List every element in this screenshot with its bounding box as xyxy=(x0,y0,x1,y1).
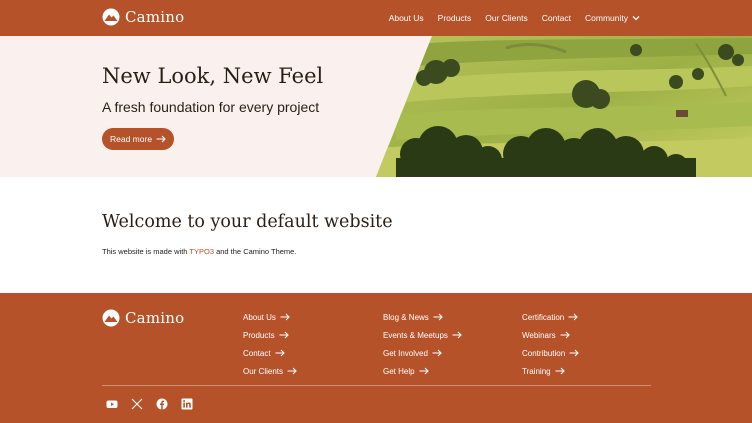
arrow-right-icon xyxy=(287,367,297,375)
footer-column-1: About Us Products Contact Our Clients xyxy=(243,311,297,383)
arrow-right-icon xyxy=(560,331,570,339)
camino-logo-icon xyxy=(102,309,120,327)
footer-link-training[interactable]: Training xyxy=(522,365,579,377)
footer-link-label: About Us xyxy=(243,312,276,322)
footer-link-events-meetups[interactable]: Events & Meetups xyxy=(383,329,462,341)
welcome-text-after: and the Camino Theme. xyxy=(214,247,297,256)
site-header: Camino About Us Products Our Clients Con… xyxy=(0,0,752,36)
site-logo[interactable]: Camino xyxy=(102,8,184,26)
arrow-right-icon xyxy=(568,313,579,321)
footer-link-contact[interactable]: Contact xyxy=(243,347,297,359)
footer-brand-name: Camino xyxy=(125,309,185,327)
footer-link-certification[interactable]: Certification xyxy=(522,311,579,323)
landscape-photo xyxy=(376,36,752,177)
hero-subtitle: A fresh foundation for every project xyxy=(102,99,320,115)
footer-link-label: Our Clients xyxy=(243,366,284,376)
footer-link-label: Get Help xyxy=(383,366,415,376)
arrow-right-icon xyxy=(419,367,429,375)
footer-link-label: Contribution xyxy=(522,348,566,358)
arrow-right-icon xyxy=(280,313,290,321)
nav-community[interactable]: Community xyxy=(585,13,640,23)
arrow-right-icon xyxy=(279,331,289,339)
arrow-right-icon xyxy=(452,331,462,339)
footer-link-about-us[interactable]: About Us xyxy=(243,311,297,323)
arrow-right-icon xyxy=(275,349,285,357)
footer-column-2: Blog & News Events & Meetups Get Involve… xyxy=(383,311,462,383)
footer-link-products[interactable]: Products xyxy=(243,329,297,341)
welcome-title: Welcome to your default website xyxy=(102,212,393,232)
facebook-icon[interactable] xyxy=(156,398,168,410)
nav-our-clients[interactable]: Our Clients xyxy=(485,13,528,23)
footer-link-label: Webinars xyxy=(522,330,556,340)
footer-link-label: Contact xyxy=(243,348,271,358)
site-footer: Camino About Us Products Contact Our Cli… xyxy=(0,293,752,423)
camino-logo-icon xyxy=(102,8,120,26)
arrow-right-icon xyxy=(569,349,579,357)
hero-section: New Look, New Feel A fresh foundation fo… xyxy=(0,36,752,177)
linkedin-icon[interactable] xyxy=(181,398,193,410)
chevron-down-icon xyxy=(632,16,640,21)
footer-link-get-help[interactable]: Get Help xyxy=(383,365,462,377)
footer-link-label: Get Involved xyxy=(383,348,428,358)
main-nav: About Us Products Our Clients Contact Co… xyxy=(375,0,640,36)
brand-name: Camino xyxy=(125,8,185,26)
footer-link-label: Blog & News xyxy=(383,312,429,322)
youtube-icon[interactable] xyxy=(106,398,118,410)
footer-link-label: Products xyxy=(243,330,275,340)
nav-products[interactable]: Products xyxy=(438,13,472,23)
footer-link-blog-news[interactable]: Blog & News xyxy=(383,311,462,323)
footer-link-contribution[interactable]: Contribution xyxy=(522,347,579,359)
hero-title: New Look, New Feel xyxy=(102,64,324,88)
typo3-link[interactable]: TYPO3 xyxy=(189,247,214,256)
nav-contact[interactable]: Contact xyxy=(542,13,571,23)
footer-column-3: Certification Webinars Contribution Trai… xyxy=(522,311,579,383)
read-more-button[interactable]: Read more xyxy=(102,128,175,150)
footer-logo[interactable]: Camino xyxy=(102,309,184,327)
read-more-label: Read more xyxy=(110,134,153,144)
social-links xyxy=(106,398,206,410)
arrow-right-icon xyxy=(555,367,565,375)
footer-link-get-involved[interactable]: Get Involved xyxy=(383,347,462,359)
footer-link-label: Training xyxy=(522,366,551,376)
footer-link-webinars[interactable]: Webinars xyxy=(522,329,579,341)
arrow-right-icon xyxy=(432,349,442,357)
footer-link-label: Events & Meetups xyxy=(383,330,448,340)
welcome-text: This website is made with TYPO3 and the … xyxy=(102,247,296,256)
footer-link-our-clients[interactable]: Our Clients xyxy=(243,365,297,377)
footer-divider xyxy=(102,385,651,386)
nav-community-label: Community xyxy=(585,13,628,23)
arrow-right-icon xyxy=(156,135,166,143)
x-icon[interactable] xyxy=(131,398,143,410)
welcome-text-before: This website is made with xyxy=(102,247,190,256)
arrow-right-icon xyxy=(433,313,443,321)
nav-about-us[interactable]: About Us xyxy=(389,13,424,23)
footer-link-label: Certification xyxy=(522,312,565,322)
